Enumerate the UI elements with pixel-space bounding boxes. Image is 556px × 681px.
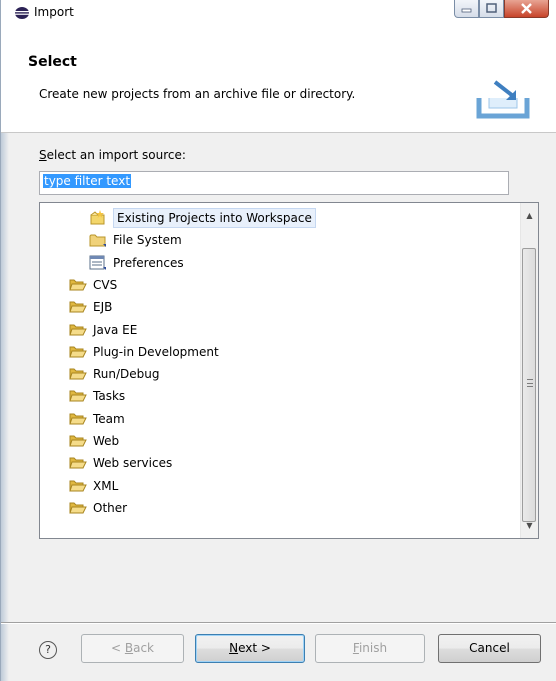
folder-open-icon: [69, 411, 87, 427]
folder-icon: [89, 232, 107, 248]
finish-button-label: inish: [358, 641, 388, 655]
page-description: Create new projects from an archive file…: [39, 87, 356, 101]
folder-open-icon: [69, 478, 87, 494]
tree-item[interactable]: File System: [89, 229, 182, 251]
folder-open-icon: [69, 433, 87, 449]
mnemonic-s: S: [39, 148, 47, 162]
help-icon[interactable]: ?: [39, 641, 57, 659]
minimize-icon: [461, 8, 472, 13]
back-button-mnemonic: B: [124, 641, 134, 655]
page-title: Select: [28, 54, 77, 70]
tree-item-label: Web services: [93, 456, 173, 471]
tree-item[interactable]: Other: [69, 497, 127, 519]
tree-item-label: Other: [93, 500, 128, 515]
tree-item-label: Run/Debug: [93, 367, 160, 382]
eclipse-icon: [15, 7, 29, 19]
close-button[interactable]: [504, 0, 549, 18]
back-button-label: ack: [133, 641, 154, 655]
tree-item-label: XML: [93, 478, 119, 493]
tree-item[interactable]: Preferences: [89, 252, 184, 274]
folder-open-icon: [69, 299, 87, 315]
maximize-icon: [486, 3, 497, 13]
minimize-button[interactable]: [454, 0, 479, 18]
folder-open-icon: [69, 344, 87, 360]
folder-open-icon: [69, 322, 87, 338]
folder-open-icon: [69, 455, 87, 471]
tree-item-label: EJB: [93, 300, 113, 315]
folder-open-icon: [69, 388, 87, 404]
filter-input[interactable]: type filter text: [39, 171, 509, 195]
tree-item-label: Tasks: [93, 389, 126, 404]
scroll-down-arrow-icon[interactable]: ▼: [521, 517, 538, 534]
tree-item-label: CVS: [93, 277, 118, 292]
folder-open-icon: [69, 366, 87, 382]
import-source-tree[interactable]: Existing Projects into Workspace File Sys…: [39, 202, 539, 539]
title-bar[interactable]: Import: [1, 0, 556, 26]
window-title: Import: [34, 5, 74, 19]
filter-input-text: type filter text: [43, 174, 132, 188]
tree-item-label: Web: [93, 434, 120, 448]
import-wizard-icon: [476, 80, 530, 119]
tree-scrollbar[interactable]: ▲ ▼: [520, 203, 538, 538]
scroll-grip-icon: [527, 379, 533, 387]
tree-item-label: Preferences: [113, 255, 184, 270]
tree-item[interactable]: EJB: [69, 296, 112, 318]
tree-item-label: File System: [113, 233, 182, 248]
finish-button[interactable]: Finish: [315, 634, 425, 663]
tree-item[interactable]: Tasks: [69, 385, 125, 407]
tree-item[interactable]: Web services: [69, 452, 172, 474]
button-bar-separator: [1, 622, 556, 624]
next-button-label: ext >: [238, 641, 271, 655]
preferences-icon: [89, 255, 107, 271]
wizard-header: Select Create new projects from an archi…: [1, 26, 556, 133]
next-button-mnemonic: N: [229, 641, 239, 655]
tree-item[interactable]: Plug-in Development: [69, 341, 219, 363]
folder-open-icon: [69, 277, 87, 293]
tree-item-label: Team: [93, 411, 125, 426]
window-controls: [454, 0, 549, 20]
tree-item[interactable]: Team: [69, 408, 125, 430]
tree-item[interactable]: CVS: [69, 274, 117, 296]
tree-item[interactable]: Java EE: [69, 319, 137, 341]
scroll-up-arrow-icon[interactable]: ▲: [521, 207, 538, 224]
tree-item-label: Existing Projects into Workspace: [113, 208, 316, 228]
scroll-thumb[interactable]: [522, 248, 536, 522]
back-button[interactable]: < Back: [81, 634, 184, 663]
back-button-prefix: <: [110, 641, 125, 655]
tree-item[interactable]: XML: [69, 475, 118, 497]
import-source-label-text: elect an import source:: [46, 148, 186, 162]
tree-item[interactable]: Existing Projects into Workspace: [89, 207, 316, 229]
close-icon: [521, 3, 532, 14]
project-wizard-icon: [89, 210, 107, 226]
tree-item[interactable]: Run/Debug: [69, 363, 160, 385]
next-button[interactable]: Next >: [195, 634, 305, 663]
cancel-button[interactable]: Cancel: [438, 634, 541, 663]
tree-item[interactable]: Web: [69, 430, 119, 452]
tree-item-label: Plug-in Development: [93, 344, 219, 359]
import-source-label: Select an import source:: [39, 148, 186, 162]
import-dialog: Import Select Create new projects from a…: [0, 0, 556, 681]
maximize-button[interactable]: [479, 0, 504, 18]
tree-item-label: Java EE: [93, 322, 138, 337]
folder-open-icon: [69, 500, 87, 516]
